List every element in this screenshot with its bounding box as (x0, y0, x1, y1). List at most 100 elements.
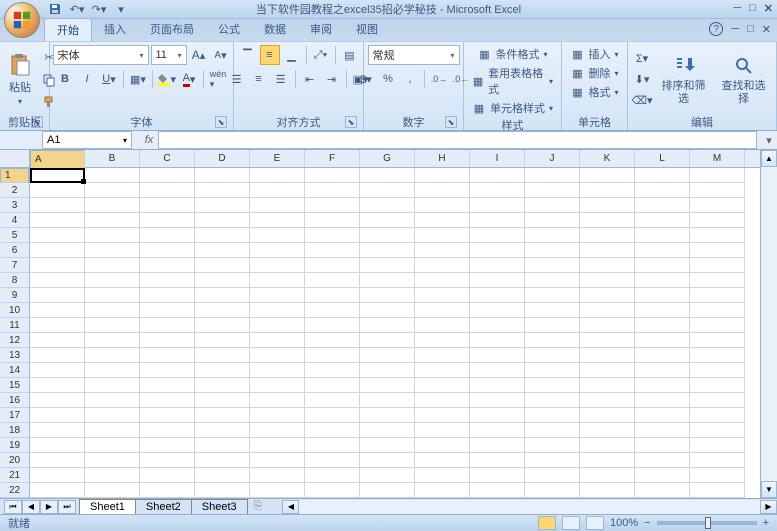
cell[interactable] (580, 453, 635, 468)
name-box[interactable]: A1▾ (42, 131, 132, 149)
cell[interactable] (140, 243, 195, 258)
column-header[interactable]: B (85, 150, 140, 167)
cell[interactable] (85, 168, 140, 183)
cell[interactable] (580, 198, 635, 213)
cell[interactable] (195, 393, 250, 408)
cell[interactable] (140, 378, 195, 393)
cell[interactable] (305, 468, 360, 483)
cell[interactable] (415, 408, 470, 423)
cell[interactable] (690, 438, 745, 453)
cell[interactable] (580, 213, 635, 228)
row-header[interactable]: 4 (0, 213, 29, 228)
cell[interactable] (30, 438, 85, 453)
align-launcher-icon[interactable]: ⬊ (345, 116, 357, 128)
cell[interactable] (250, 168, 305, 183)
cell[interactable] (690, 483, 745, 498)
align-middle-icon[interactable]: ≡ (260, 45, 280, 65)
cell[interactable] (635, 273, 690, 288)
row-header[interactable]: 20 (0, 453, 29, 468)
cell[interactable] (250, 423, 305, 438)
row-header[interactable]: 2 (0, 183, 29, 198)
cell[interactable] (525, 423, 580, 438)
cell[interactable] (580, 408, 635, 423)
redo-icon[interactable]: ↷▾ (90, 0, 108, 18)
cell[interactable] (415, 393, 470, 408)
cell[interactable] (305, 168, 360, 183)
cell[interactable] (580, 273, 635, 288)
cell[interactable] (140, 423, 195, 438)
cell[interactable] (360, 288, 415, 303)
increase-decimal-icon[interactable]: .0→ (429, 69, 449, 89)
cell[interactable] (140, 483, 195, 498)
cell[interactable] (30, 303, 85, 318)
cell[interactable] (140, 303, 195, 318)
cell[interactable] (140, 288, 195, 303)
grow-font-icon[interactable]: A▴ (189, 45, 209, 65)
cell[interactable] (690, 333, 745, 348)
align-left-icon[interactable]: ☰ (227, 69, 247, 89)
cell[interactable] (470, 318, 525, 333)
cell[interactable] (525, 333, 580, 348)
ribbon-minimize-button[interactable]: ─ (731, 23, 739, 35)
cell[interactable] (305, 393, 360, 408)
cell[interactable] (305, 303, 360, 318)
sheet-tab[interactable]: Sheet2 (135, 499, 192, 514)
decrease-indent-icon[interactable]: ⇤ (300, 69, 320, 89)
cell[interactable] (470, 408, 525, 423)
column-header[interactable]: F (305, 150, 360, 167)
cell[interactable] (580, 183, 635, 198)
cell[interactable] (195, 348, 250, 363)
cell[interactable] (635, 333, 690, 348)
cell[interactable] (305, 198, 360, 213)
cell[interactable] (635, 483, 690, 498)
cell[interactable] (85, 303, 140, 318)
row-header[interactable]: 6 (0, 243, 29, 258)
close-button[interactable]: ✕ (764, 2, 773, 15)
row-header[interactable]: 22 (0, 483, 29, 498)
cell[interactable] (580, 228, 635, 243)
increase-indent-icon[interactable]: ⇥ (322, 69, 342, 89)
cell[interactable] (690, 228, 745, 243)
scroll-up-icon[interactable]: ▲ (761, 150, 777, 167)
cell[interactable] (85, 468, 140, 483)
cell[interactable] (85, 213, 140, 228)
cell[interactable] (415, 468, 470, 483)
column-header[interactable]: D (195, 150, 250, 167)
cell[interactable] (580, 288, 635, 303)
cell[interactable] (690, 423, 745, 438)
cell[interactable] (580, 318, 635, 333)
tab-开始[interactable]: 开始 (44, 18, 92, 41)
cell[interactable] (635, 198, 690, 213)
cell[interactable] (635, 423, 690, 438)
save-icon[interactable] (46, 0, 64, 18)
column-header[interactable]: H (415, 150, 470, 167)
cell[interactable] (250, 183, 305, 198)
cell[interactable] (195, 288, 250, 303)
cell[interactable] (470, 348, 525, 363)
formula-input[interactable] (158, 131, 757, 149)
cell[interactable] (305, 363, 360, 378)
cell[interactable] (140, 213, 195, 228)
cell[interactable] (415, 438, 470, 453)
cell[interactable] (360, 378, 415, 393)
cell[interactable] (470, 363, 525, 378)
phonetic-button[interactable]: wén▾ (208, 69, 228, 89)
cell[interactable] (85, 243, 140, 258)
prev-sheet-icon[interactable]: ◀ (22, 500, 40, 514)
cell[interactable] (305, 438, 360, 453)
cell[interactable] (305, 228, 360, 243)
cell[interactable] (690, 183, 745, 198)
cell[interactable] (195, 453, 250, 468)
column-header[interactable]: G (360, 150, 415, 167)
cell[interactable] (195, 258, 250, 273)
page-layout-view-icon[interactable] (562, 516, 580, 530)
cell[interactable] (635, 228, 690, 243)
cell[interactable] (415, 303, 470, 318)
cell[interactable] (690, 288, 745, 303)
cell[interactable] (140, 183, 195, 198)
cell[interactable] (195, 468, 250, 483)
last-sheet-icon[interactable]: ⏭ (58, 500, 76, 514)
cell[interactable] (250, 303, 305, 318)
cell[interactable] (30, 198, 85, 213)
cell[interactable] (415, 483, 470, 498)
